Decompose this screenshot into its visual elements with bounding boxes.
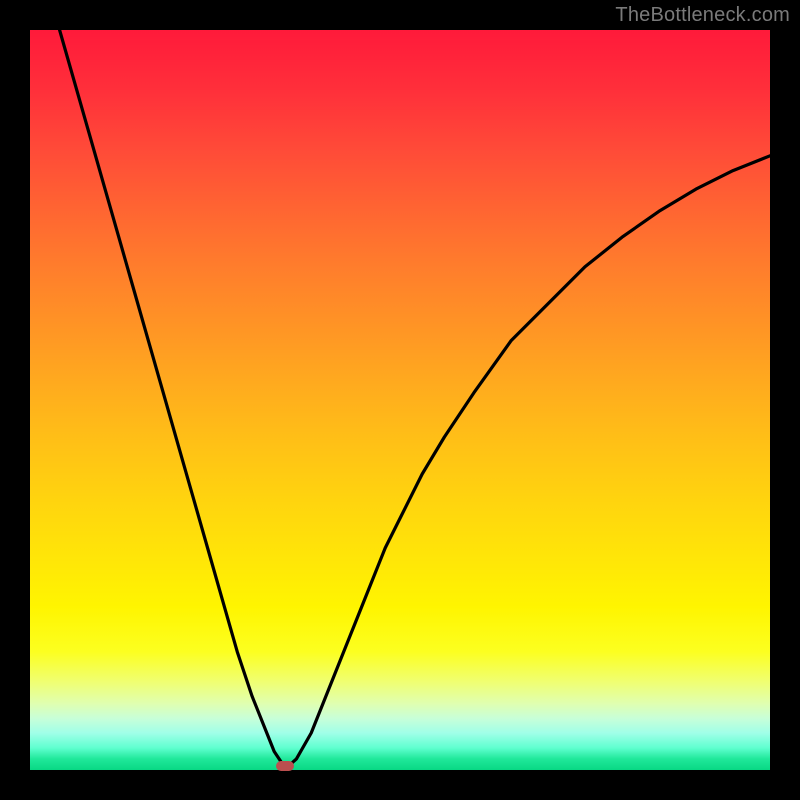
plot-area <box>30 30 770 770</box>
watermark-text: TheBottleneck.com <box>615 4 790 27</box>
chart-frame: TheBottleneck.com <box>0 0 800 800</box>
minimum-marker <box>276 761 294 771</box>
